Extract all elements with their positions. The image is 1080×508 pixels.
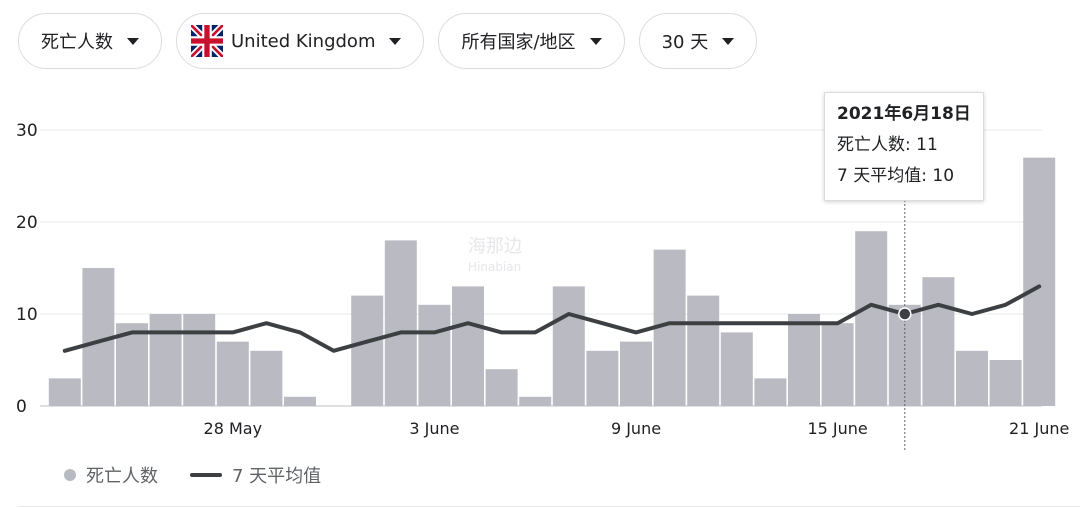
region-dropdown[interactable]: 所有国家/地区 (438, 13, 625, 69)
bar[interactable] (384, 240, 417, 406)
bar[interactable] (956, 350, 988, 406)
tooltip-deaths-row: 死亡人数: 11 (837, 135, 938, 155)
x-tick-label: 9 June (611, 419, 661, 438)
chevron-down-icon (722, 37, 735, 45)
bottom-divider (18, 506, 1080, 507)
y-tick-label: 30 (16, 121, 38, 141)
range-dropdown[interactable]: 30 天 (638, 13, 758, 69)
x-tick-label: 3 June (409, 419, 459, 438)
chevron-down-icon (589, 37, 602, 45)
bar[interactable] (284, 396, 316, 406)
tooltip-avg-value: 10 (932, 166, 955, 186)
tooltip-deaths-label: 死亡人数 (837, 135, 905, 155)
chevron-down-icon (127, 37, 139, 45)
bar[interactable] (216, 341, 249, 406)
bar[interactable] (720, 332, 753, 406)
legend-avg-label: 7 天平均值 (232, 466, 322, 487)
range-dropdown-label: 30 天 (661, 32, 709, 53)
filter-bar: 死亡人数 United Kingdom 所有国家/地区 30 天 (18, 13, 758, 71)
metric-dropdown-label: 死亡人数 (41, 32, 113, 53)
tooltip-deaths-value: 11 (916, 135, 938, 155)
bar[interactable] (485, 369, 518, 406)
legend-avg-swatch (190, 473, 222, 477)
x-tick-label: 28 May (204, 419, 263, 438)
bar[interactable] (183, 314, 216, 406)
bar[interactable] (922, 277, 955, 406)
tooltip-date: 2021年6月18日 (837, 104, 971, 124)
bar[interactable] (149, 314, 182, 406)
legend-deaths-label: 死亡人数 (86, 466, 158, 487)
bar[interactable] (989, 360, 1022, 406)
bar[interactable] (754, 378, 787, 406)
y-tick-label: 10 (16, 305, 38, 325)
bar[interactable] (250, 350, 283, 406)
country-dropdown-label: United Kingdom (231, 30, 376, 52)
bar[interactable] (586, 350, 619, 406)
chart-tooltip: 2021年6月18日 死亡人数: 11 7 天平均值: 10 (824, 92, 984, 201)
bar[interactable] (687, 295, 720, 406)
tooltip-avg-label: 7 天平均值 (837, 166, 922, 186)
highlight-point (898, 307, 912, 321)
metric-dropdown[interactable]: 死亡人数 (18, 13, 162, 69)
y-tick-label: 0 (16, 397, 27, 417)
chevron-down-icon (389, 37, 402, 45)
bar[interactable] (351, 295, 384, 406)
bar[interactable] (821, 323, 854, 406)
bar[interactable] (418, 304, 451, 406)
bar[interactable] (452, 286, 484, 406)
uk-flag-icon (191, 25, 223, 57)
country-dropdown[interactable]: United Kingdom (176, 13, 425, 69)
y-tick-label: 20 (16, 213, 38, 233)
tooltip-avg-row: 7 天平均值: 10 (837, 166, 955, 186)
chart-legend: 死亡人数 7 天平均值 (64, 462, 321, 488)
x-tick-label: 21 June (1009, 419, 1069, 438)
bar[interactable] (788, 314, 820, 406)
bar[interactable] (855, 231, 888, 406)
bar[interactable] (48, 378, 81, 406)
bar[interactable] (552, 286, 585, 406)
region-dropdown-label: 所有国家/地区 (461, 32, 576, 53)
legend-deaths-swatch (64, 469, 76, 481)
bar[interactable] (620, 341, 652, 406)
bar[interactable] (519, 396, 552, 406)
x-tick-label: 15 June (807, 419, 867, 438)
bar[interactable] (1023, 157, 1056, 406)
